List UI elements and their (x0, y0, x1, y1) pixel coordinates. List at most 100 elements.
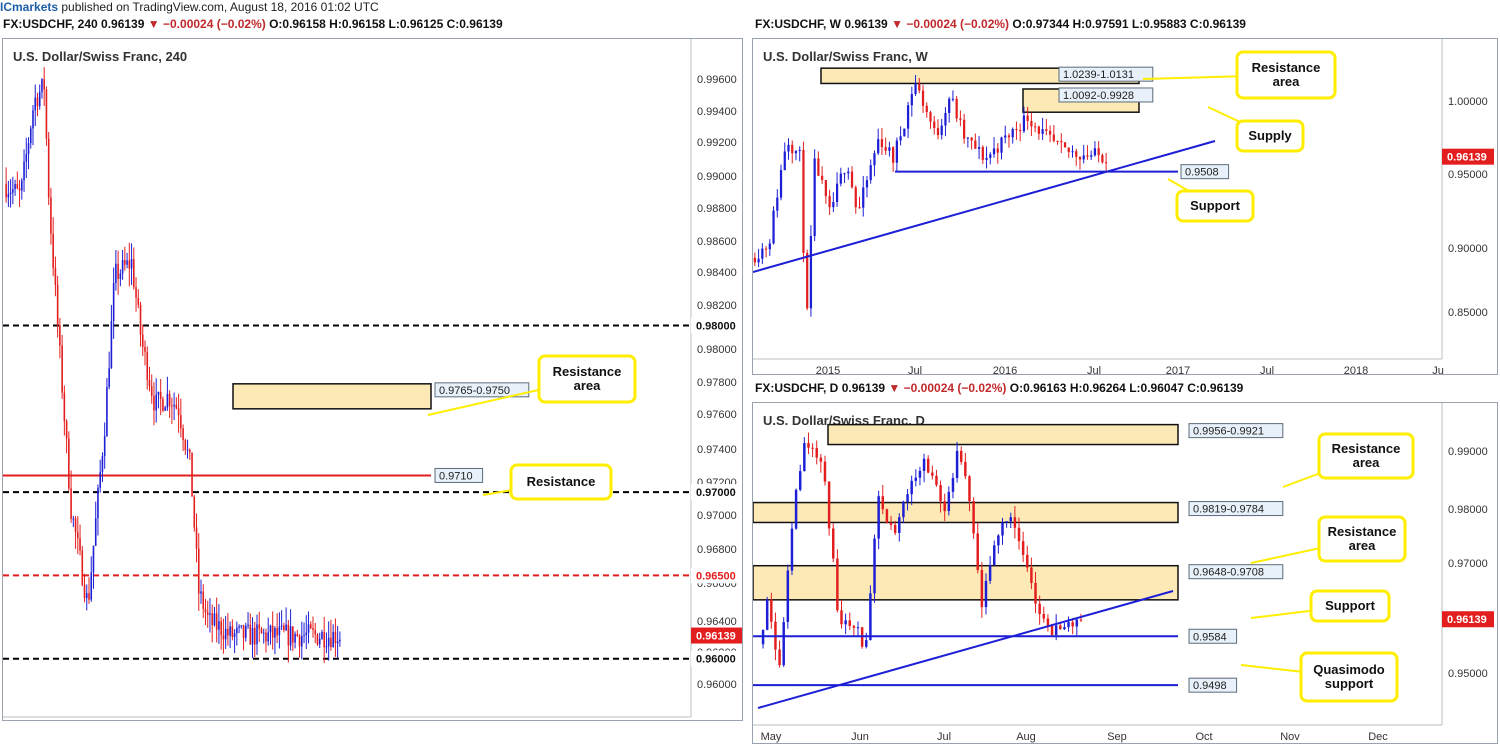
candle-body (1004, 135, 1007, 138)
candle-body (802, 149, 805, 253)
callout-text: area (1349, 538, 1377, 553)
y-tick-label: 0.99000 (697, 171, 737, 183)
candle-body (274, 628, 276, 638)
chart-daily[interactable]: 0.990000.980000.970000.960000.95000MayJu… (753, 403, 1497, 743)
chart-h4[interactable]: 0.99600 0.99400 0.99200 0.99000 0.98800 0.986… (3, 39, 742, 720)
candle-body (202, 591, 205, 610)
candle-body (885, 509, 889, 523)
candle-body (1067, 147, 1070, 153)
candle-body (889, 522, 893, 525)
candle-body (130, 259, 133, 269)
level-label: 0.9508 (1185, 167, 1219, 179)
candle-body (929, 112, 932, 122)
candle-body (27, 143, 30, 155)
candle-body (873, 538, 876, 594)
chart-frame-h4[interactable]: 0.99600 0.99400 0.99200 0.99000 0.98800 0.986… (2, 38, 743, 721)
candle-body (307, 624, 310, 633)
candle-body (852, 625, 856, 628)
candle-body (847, 171, 850, 174)
candle-body (1038, 603, 1041, 615)
candle-body (99, 471, 101, 488)
candle-body (186, 449, 189, 451)
candle-body (791, 144, 794, 154)
candle-body (240, 625, 243, 627)
brand-name[interactable]: ICmarkets (0, 0, 58, 14)
candle-body (772, 210, 775, 244)
panel-daily: FX:USDCHF, D 0.96139 ▼ −0.00024 (−0.02%)… (752, 381, 1500, 745)
candle-body (278, 626, 281, 636)
candle-body (892, 147, 895, 163)
level-label: 0.9710 (439, 470, 473, 482)
callout-text: Resistance (1252, 60, 1321, 75)
zone-rect (753, 501, 1179, 524)
candle-body (803, 443, 806, 472)
candle-body (251, 627, 254, 645)
candle-body (809, 236, 813, 309)
candle-body (101, 456, 104, 472)
candle-body (974, 140, 977, 149)
candle-body (220, 621, 222, 636)
candle-body (14, 184, 16, 190)
candle-body (970, 137, 973, 141)
candle-body (1075, 619, 1079, 627)
open-value: O:0.96158 (269, 17, 326, 31)
chart-weekly[interactable]: 1.00000 0.95000 0.90000 0.85000 2015 Jul 2016 J… (753, 39, 1497, 374)
candle-body (1082, 155, 1085, 160)
level-label: 0.9498 (1193, 680, 1227, 692)
candle-body (168, 393, 171, 406)
candle-body (778, 649, 781, 666)
candle-body (922, 458, 926, 471)
candle-body (209, 613, 211, 615)
candle-body (786, 570, 790, 623)
candle-body (141, 334, 144, 347)
candle-body (898, 517, 901, 533)
candle-body (227, 628, 229, 636)
candle-body (334, 631, 337, 644)
last-price: 0.96139 (841, 381, 886, 395)
candle-body (21, 180, 23, 191)
candle-body (144, 346, 146, 352)
candle-body (285, 624, 287, 631)
level-label: 0.9956-0.9921 (1193, 426, 1264, 438)
y-tick-label: 0.98000 (1448, 504, 1488, 516)
candle-body (779, 170, 783, 198)
candle-body (68, 438, 70, 489)
level-label: 0.9584 (1193, 631, 1227, 643)
candle-body (865, 640, 868, 647)
candle-body (16, 184, 19, 189)
candle-body (157, 391, 160, 395)
callout-text: area (1273, 74, 1301, 89)
callout-text: area (574, 378, 602, 393)
candle-body (280, 625, 283, 627)
candle-body (817, 158, 820, 176)
x-tick-label: Jul (1087, 365, 1101, 374)
high-value: H:0.96158 (329, 17, 386, 31)
candle-body (318, 638, 321, 645)
candle-body (1090, 155, 1093, 157)
candle-body (301, 636, 303, 647)
candle-body (865, 180, 869, 188)
y-tick-label: 0.99200 (697, 137, 737, 149)
candle-body (287, 624, 290, 646)
callout-text: Resistance (553, 364, 622, 379)
candle-body (34, 97, 37, 111)
x-tick-label: Ju (1432, 365, 1444, 374)
chart-frame-weekly[interactable]: 1.00000 0.95000 0.90000 0.85000 2015 Jul 2016 J… (752, 38, 1498, 375)
candle-body (296, 633, 299, 636)
candle-body (940, 125, 943, 136)
candle-body (238, 626, 240, 628)
candle-body (54, 267, 57, 285)
candle-body (316, 634, 319, 645)
candle-body (815, 448, 818, 458)
candle-body (32, 110, 34, 129)
candle-body (848, 620, 851, 626)
y-tick-label: 0.98800 (697, 203, 737, 215)
candle-body (862, 187, 865, 208)
y-tick-label: 0.98200 (697, 300, 737, 312)
candle-body (115, 263, 117, 284)
chart-frame-daily[interactable]: 0.990000.980000.970000.960000.95000MayJu… (752, 402, 1498, 744)
candle-body (1000, 137, 1003, 153)
candle-body (1030, 567, 1033, 583)
candle-body (339, 639, 341, 642)
candle-body (976, 533, 979, 570)
